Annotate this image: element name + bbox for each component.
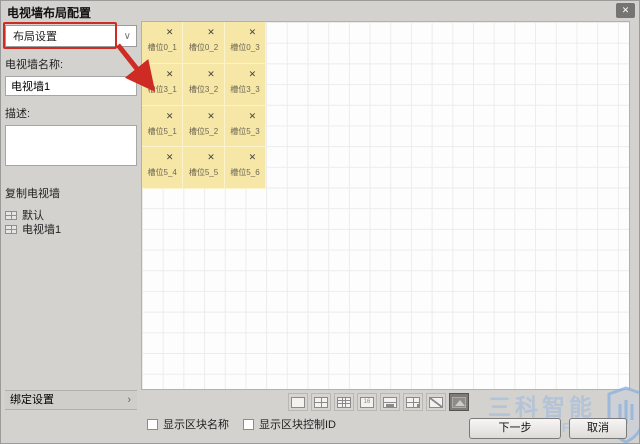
copy-wall-label: 复制电视墙	[5, 185, 137, 201]
show-block-name-option[interactable]: 显示区块名称	[147, 416, 229, 432]
slot-cell[interactable]: ✕ 槽位5_6	[225, 147, 266, 189]
close-icon[interactable]: ✕	[616, 3, 635, 18]
description-label: 描述:	[5, 105, 137, 121]
slot-cell[interactable]: ✕ 槽位5_2	[183, 106, 224, 148]
remove-slot-icon[interactable]: ✕	[249, 70, 257, 79]
show-block-id-label: 显示区块控制ID	[259, 416, 336, 432]
slot-cell[interactable]: ✕ 槽位3_2	[183, 64, 224, 106]
slot-cell[interactable]: ✕ 槽位0_1	[142, 22, 183, 64]
slot-label: 槽位3_1	[142, 84, 182, 95]
slot-label: 槽位5_2	[183, 126, 223, 137]
layout-image-icon[interactable]	[449, 393, 469, 411]
remove-slot-icon[interactable]: ✕	[207, 70, 215, 79]
layout-pip-icon[interactable]	[380, 393, 400, 411]
layout-1-icon[interactable]	[288, 393, 308, 411]
layout-canvas[interactable]: ✕ 槽位0_1 ✕ 槽位0_2 ✕ 槽位0_3 ✕ 槽位3_1 ✕ 槽位3_2 …	[141, 21, 630, 390]
layout-16-icon[interactable]: 16	[357, 393, 377, 411]
show-block-id-checkbox[interactable]	[243, 419, 254, 430]
slot-label: 槽位3_3	[225, 84, 265, 95]
wall-list-item[interactable]: 默认	[5, 208, 137, 222]
slot-cell[interactable]: ✕ 槽位5_1	[142, 106, 183, 148]
sidebar: 布局设置 ∨ 电视墙名称: 描述: 复制电视墙 默认 电视墙1	[5, 25, 137, 236]
show-block-name-label: 显示区块名称	[163, 416, 229, 432]
remove-slot-icon[interactable]: ✕	[249, 28, 257, 37]
chevron-right-icon: ›	[127, 391, 131, 410]
wall-name-input[interactable]	[5, 76, 137, 96]
copy-wall-list: 默认 电视墙1	[5, 208, 137, 236]
layout-9-icon[interactable]	[334, 393, 354, 411]
tv-wall-layout-dialog: 电视墙布局配置 ✕ 布局设置 ∨ 电视墙名称: 描述: 复制电视墙 默认 电视墙…	[0, 0, 640, 444]
remove-slot-icon[interactable]: ✕	[207, 112, 215, 121]
layout-4-icon[interactable]	[311, 393, 331, 411]
show-block-id-option[interactable]: 显示区块控制ID	[243, 416, 336, 432]
show-block-name-checkbox[interactable]	[147, 419, 158, 430]
layout-mode-dropdown[interactable]: 布局设置 ∨	[5, 25, 137, 47]
dialog-title: 电视墙布局配置	[7, 4, 91, 21]
slot-cell[interactable]: ✕ 槽位5_4	[142, 147, 183, 189]
wall-name-label: 电视墙名称:	[5, 56, 137, 72]
remove-slot-icon[interactable]: ✕	[166, 153, 174, 162]
slot-grid: ✕ 槽位0_1 ✕ 槽位0_2 ✕ 槽位0_3 ✕ 槽位3_1 ✕ 槽位3_2 …	[142, 22, 266, 189]
slot-cell[interactable]: ✕ 槽位3_1	[142, 64, 183, 106]
slot-label: 槽位0_2	[183, 42, 223, 53]
remove-slot-icon[interactable]: ✕	[207, 153, 215, 162]
binding-settings-bar[interactable]: 绑定设置 ›	[5, 390, 137, 410]
slot-label: 槽位5_5	[183, 167, 223, 178]
chevron-down-icon: ∨	[124, 27, 131, 47]
slot-label: 槽位5_4	[142, 167, 182, 178]
slot-label: 槽位5_1	[142, 126, 182, 137]
tv-wall-icon	[5, 225, 17, 234]
slot-cell[interactable]: ✕ 槽位0_3	[225, 22, 266, 64]
layout-custom-icon[interactable]	[426, 393, 446, 411]
slot-cell[interactable]: ✕ 槽位5_3	[225, 106, 266, 148]
slot-label: 槽位0_1	[142, 42, 182, 53]
wall-list-item[interactable]: 电视墙1	[5, 222, 137, 236]
remove-slot-icon[interactable]: ✕	[166, 70, 174, 79]
remove-slot-icon[interactable]: ✕	[207, 28, 215, 37]
remove-slot-icon[interactable]: ✕	[249, 153, 257, 162]
slot-label: 槽位5_6	[225, 167, 265, 178]
slot-cell[interactable]: ✕ 槽位3_3	[225, 64, 266, 106]
slot-cell[interactable]: ✕ 槽位0_2	[183, 22, 224, 64]
cancel-button[interactable]: 取消	[569, 418, 627, 439]
footer-options: 显示区块名称 显示区块控制ID	[147, 416, 336, 432]
remove-slot-icon[interactable]: ✕	[166, 28, 174, 37]
binding-settings-label: 绑定设置	[10, 394, 54, 406]
wall-item-label: 电视墙1	[22, 221, 61, 237]
description-input[interactable]	[5, 125, 137, 166]
layout-mixed-icon[interactable]	[403, 393, 423, 411]
watermark-cn-text: 三科智能	[488, 388, 596, 422]
slot-label: 槽位5_3	[225, 126, 265, 137]
slot-label: 槽位3_2	[183, 84, 223, 95]
remove-slot-icon[interactable]: ✕	[249, 112, 257, 121]
layout-toolbar: 16	[288, 393, 469, 411]
slot-label: 槽位0_3	[225, 42, 265, 53]
slot-cell[interactable]: ✕ 槽位5_5	[183, 147, 224, 189]
tv-wall-icon	[5, 211, 17, 220]
next-button[interactable]: 下一步	[469, 418, 561, 439]
remove-slot-icon[interactable]: ✕	[166, 112, 174, 121]
titlebar: 电视墙布局配置 ✕	[1, 1, 639, 20]
layout-mode-value: 布局设置	[13, 27, 57, 47]
